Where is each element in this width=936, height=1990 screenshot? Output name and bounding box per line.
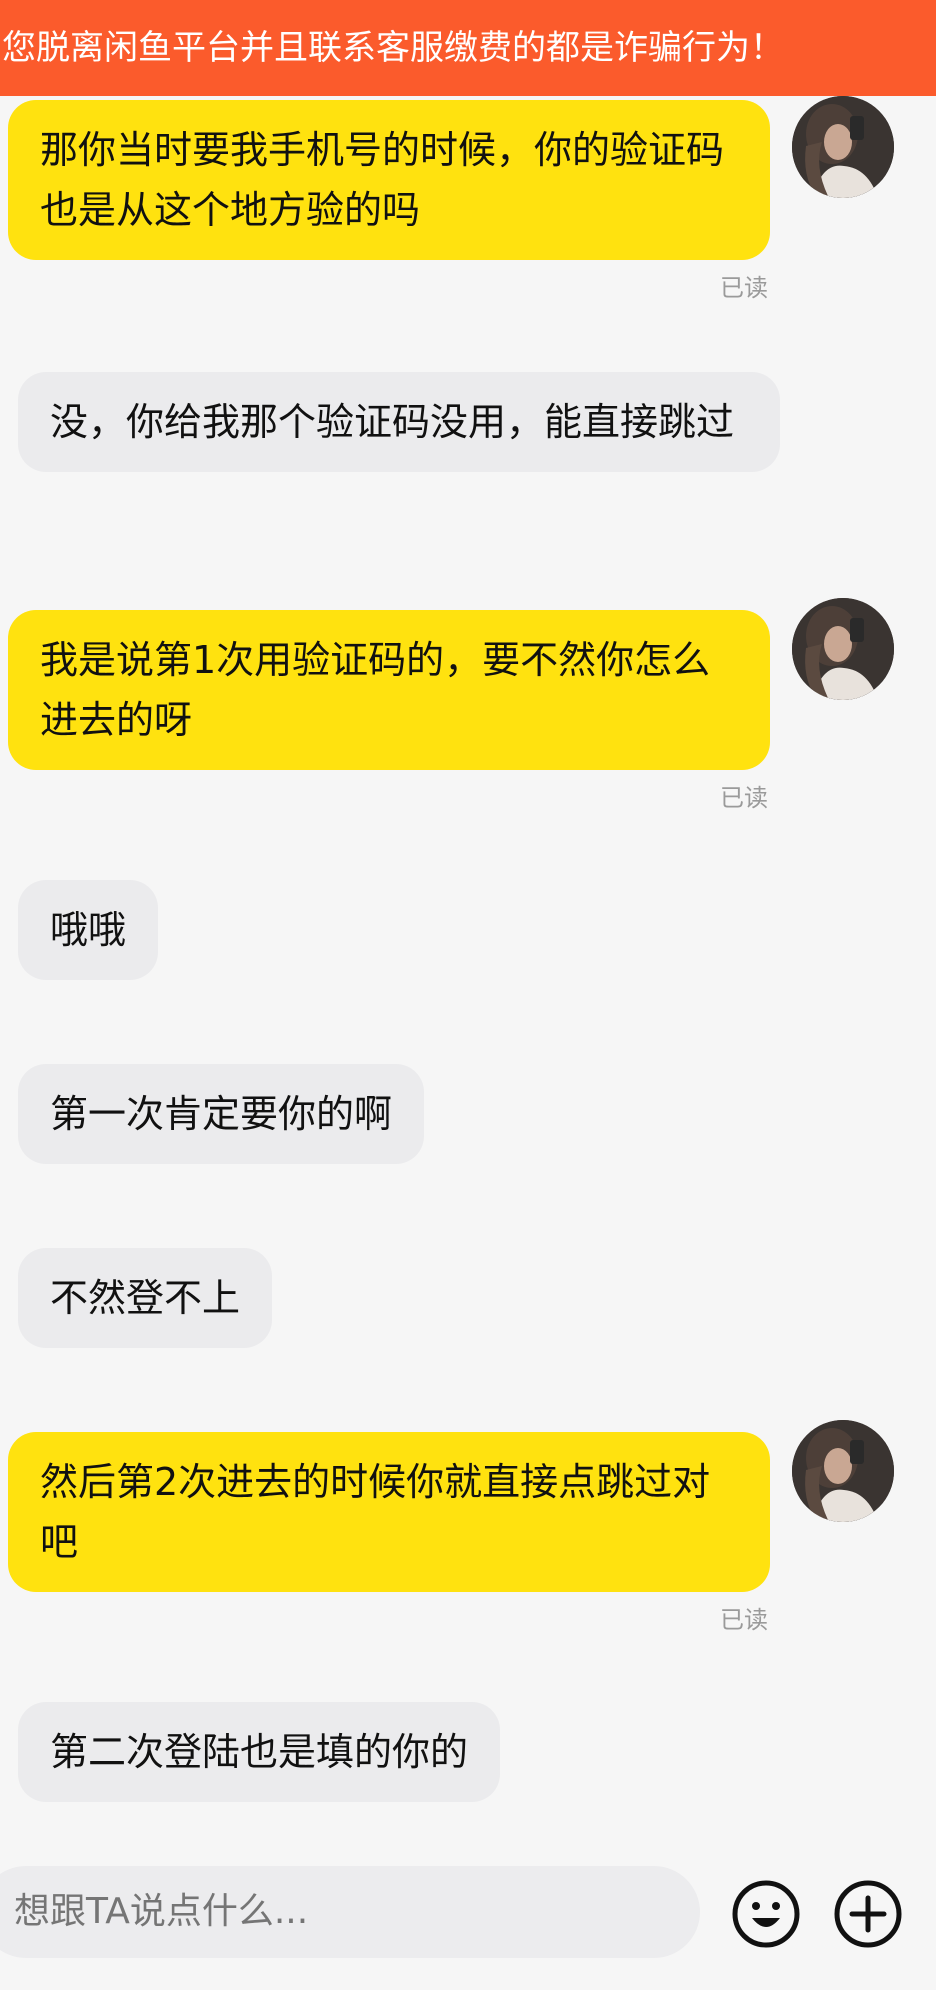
plus-button[interactable] bbox=[832, 1878, 904, 1950]
warning-banner: 您脱离闲鱼平台并且联系客服缴费的都是诈骗行为！ bbox=[0, 0, 936, 96]
warning-banner-text: 您脱离闲鱼平台并且联系客服缴费的都是诈骗行为！ bbox=[2, 28, 784, 68]
read-status: 已读 bbox=[720, 1606, 768, 1634]
chat-message-list[interactable]: 那你当时要我手机号的时候，你的验证码也是从这个地方验的吗 已读 没，你给我那个验… bbox=[0, 96, 936, 1850]
their-message-bubble[interactable]: 不然登不上 bbox=[18, 1248, 273, 1348]
emoji-button[interactable] bbox=[730, 1878, 802, 1950]
my-message-bubble[interactable]: 然后第2次进去的时候你就直接点跳过对吧 bbox=[8, 1432, 770, 1592]
composer-bar bbox=[0, 1850, 936, 1990]
my-avatar[interactable] bbox=[792, 1420, 894, 1522]
their-message-bubble[interactable]: 没，你给我那个验证码没用，能直接跳过 bbox=[18, 372, 780, 472]
my-avatar[interactable] bbox=[792, 598, 894, 700]
avatar-photo-icon bbox=[792, 96, 894, 198]
read-status: 已读 bbox=[720, 784, 768, 812]
read-status: 已读 bbox=[720, 274, 768, 302]
their-message-bubble[interactable]: 哦哦 bbox=[18, 880, 159, 980]
my-avatar[interactable] bbox=[792, 96, 894, 198]
smiley-icon bbox=[732, 1880, 800, 1948]
message-input[interactable] bbox=[0, 1866, 700, 1958]
avatar-photo-icon bbox=[792, 1420, 894, 1522]
avatar-photo-icon bbox=[792, 598, 894, 700]
their-message-bubble[interactable]: 第一次肯定要你的啊 bbox=[18, 1064, 425, 1164]
their-message-bubble[interactable]: 第二次登陆也是填的你的 bbox=[18, 1702, 501, 1802]
my-message-bubble[interactable]: 那你当时要我手机号的时候，你的验证码也是从这个地方验的吗 bbox=[8, 100, 770, 260]
plus-circle-icon bbox=[834, 1880, 902, 1948]
my-message-bubble[interactable]: 我是说第1次用验证码的，要不然你怎么进去的呀 bbox=[8, 610, 770, 770]
